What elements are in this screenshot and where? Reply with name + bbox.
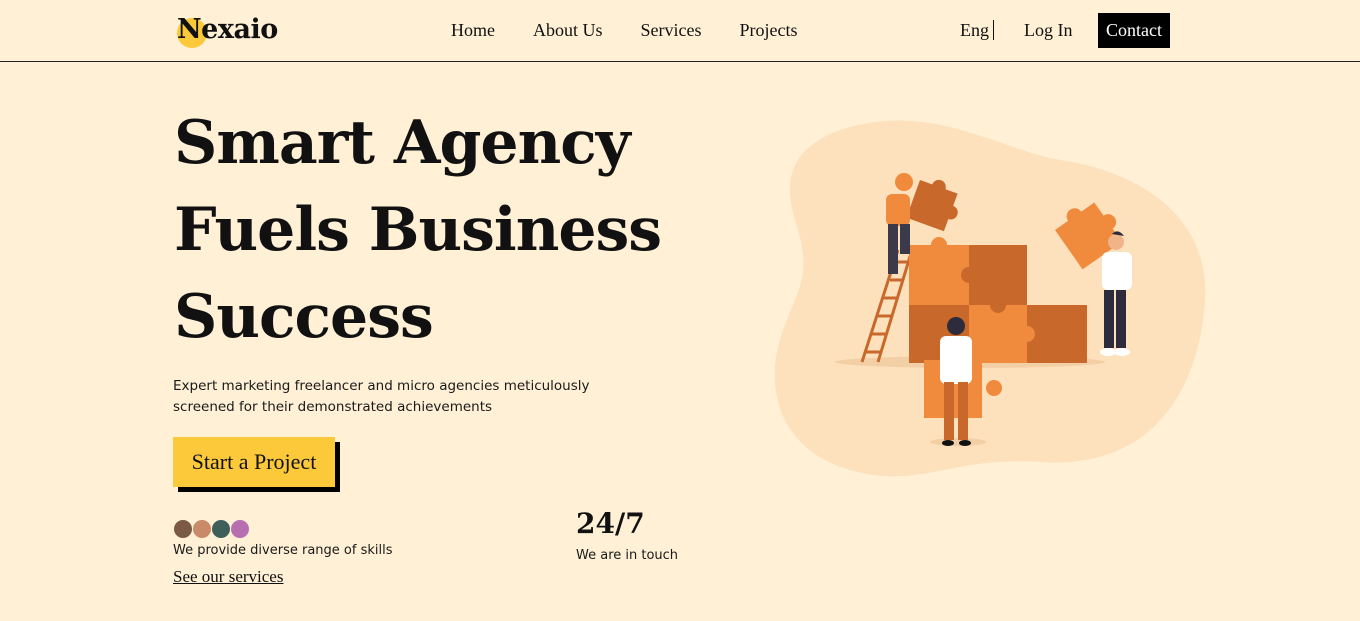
avatar [211,519,231,539]
skills-text: We provide diverse range of skills [173,543,393,558]
hero-title-line: Smart Agency [174,108,631,178]
puzzle-team-illustration [774,120,1206,477]
main-nav: Home About Us Services Projects [451,20,836,41]
hero-illustration [770,110,1210,490]
logo-text: Nexaio [177,14,278,45]
logo[interactable]: Nexaio [177,12,287,52]
avatar [173,519,193,539]
avatar [192,519,212,539]
hero-title-line: Fuels Business [174,195,662,265]
start-project-button[interactable]: Start a Project [173,437,335,487]
nav-item-projects[interactable]: Projects [740,20,798,41]
stat-label: We are in touch [576,548,679,563]
stat-value: 24/7 [576,507,645,540]
avatar-group [173,519,250,539]
login-link[interactable]: Log In [1024,20,1073,41]
nav-item-home[interactable]: Home [451,20,495,41]
avatar [230,519,250,539]
hero-subtitle: Expert marketing freelancer and micro ag… [173,378,590,415]
contact-button[interactable]: Contact [1098,13,1170,48]
nav-item-about-us[interactable]: About Us [533,20,603,41]
site-header: Nexaio Home About Us Services Projects E… [0,0,1360,62]
see-services-link[interactable]: See our services [173,567,283,587]
nav-item-services[interactable]: Services [641,20,702,41]
hero-title-line: Success [174,282,434,352]
start-project-button-wrap: Start a Project [173,437,340,492]
hero-title: Smart Agency Fuels Business Success [174,100,734,361]
language-selector[interactable]: Eng [960,20,994,40]
